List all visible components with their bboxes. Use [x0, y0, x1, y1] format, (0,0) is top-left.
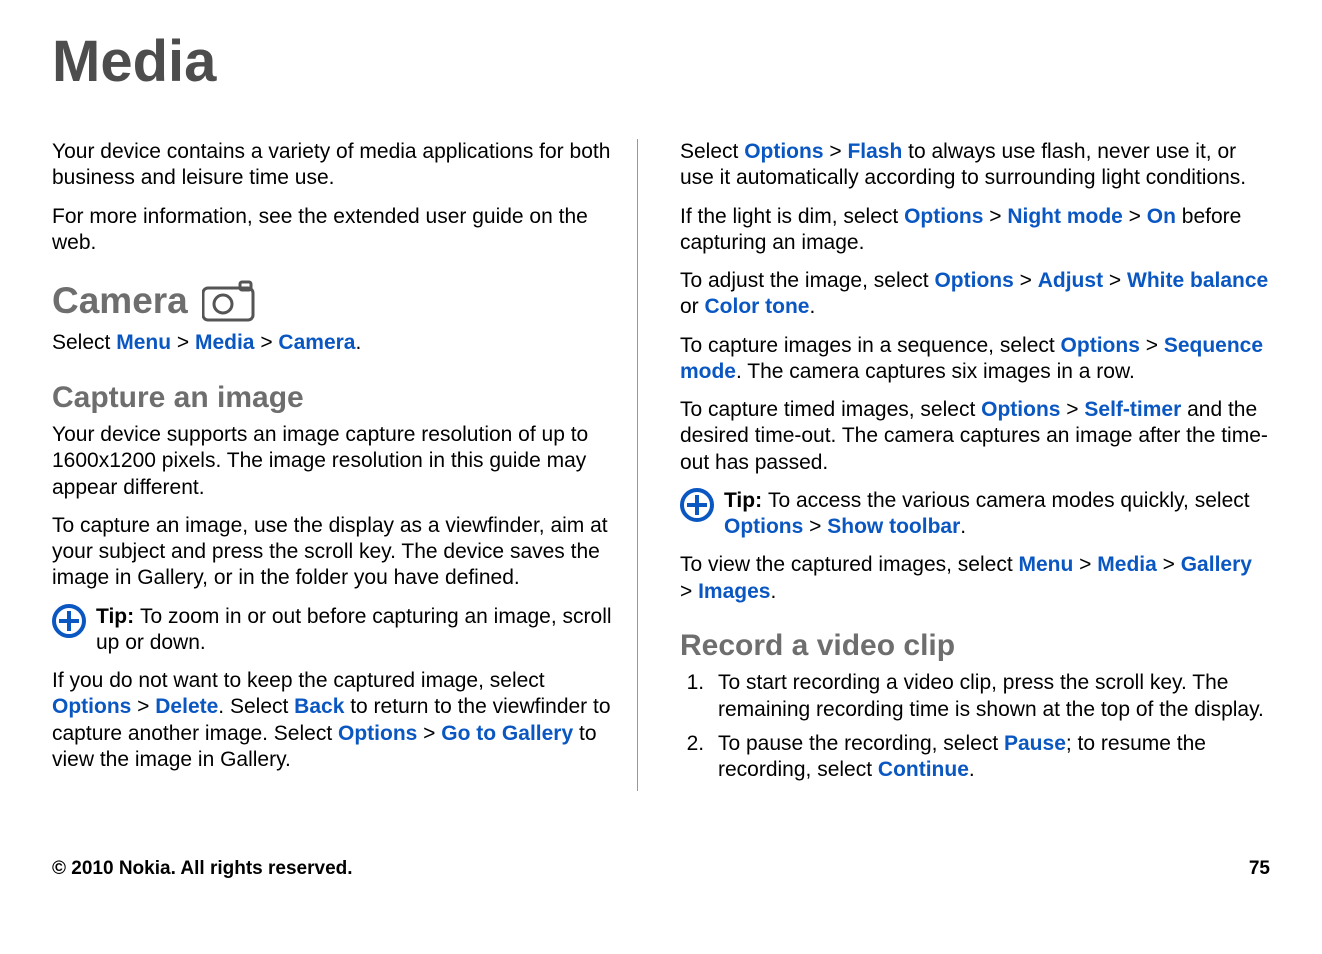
link-options[interactable]: Options: [981, 398, 1060, 421]
record-steps: To start recording a video clip, press t…: [680, 670, 1270, 783]
camera-heading-text: Camera: [52, 278, 188, 324]
text: .: [960, 515, 966, 538]
link-show-toolbar[interactable]: Show toolbar: [827, 515, 960, 538]
separator: >: [1123, 205, 1147, 228]
text: To pause the recording, select: [718, 732, 1004, 755]
link-on[interactable]: On: [1147, 205, 1176, 228]
text: If you do not want to keep the captured …: [52, 669, 545, 692]
separator: >: [1157, 553, 1181, 576]
separator: >: [131, 695, 155, 718]
right-column: Select Options > Flash to always use fla…: [680, 139, 1270, 791]
separator: >: [417, 722, 441, 745]
link-options[interactable]: Options: [744, 140, 823, 163]
separator: >: [803, 515, 827, 538]
link-options[interactable]: Options: [52, 695, 131, 718]
capture-keep: If you do not want to keep the captured …: [52, 668, 613, 773]
separator: >: [824, 140, 848, 163]
separator: >: [254, 331, 278, 354]
separator: >: [1060, 398, 1084, 421]
tip-text: To zoom in or out before capturing an im…: [96, 605, 612, 654]
link-flash[interactable]: Flash: [847, 140, 902, 163]
tip-body: Tip: To zoom in or out before capturing …: [96, 604, 613, 657]
text: To access the various camera modes quick…: [768, 489, 1250, 512]
link-menu[interactable]: Menu: [1019, 553, 1074, 576]
link-self-timer[interactable]: Self-timer: [1084, 398, 1181, 421]
left-column: Your device contains a variety of media …: [52, 139, 638, 791]
flash-paragraph: Select Options > Flash to always use fla…: [680, 139, 1270, 192]
link-continue[interactable]: Continue: [878, 758, 969, 781]
camera-icon: [202, 280, 256, 322]
text: or: [680, 295, 705, 318]
copyright: © 2010 Nokia. All rights reserved.: [52, 858, 353, 880]
separator: >: [680, 580, 698, 603]
text: Select: [680, 140, 744, 163]
link-media[interactable]: Media: [1097, 553, 1157, 576]
intro-paragraph-2: For more information, see the extended u…: [52, 204, 613, 257]
text: To capture images in a sequence, select: [680, 334, 1061, 357]
link-back[interactable]: Back: [294, 695, 344, 718]
plus-icon: [680, 488, 714, 522]
page: Media Your device contains a variety of …: [0, 0, 1322, 954]
timer-paragraph: To capture timed images, select Options …: [680, 397, 1270, 476]
page-title: Media: [52, 28, 1270, 95]
record-heading: Record a video clip: [680, 627, 1270, 665]
plus-icon: [52, 604, 86, 638]
view-paragraph: To view the captured images, select Menu…: [680, 552, 1270, 605]
link-delete[interactable]: Delete: [155, 695, 218, 718]
separator: >: [1140, 334, 1164, 357]
link-pause[interactable]: Pause: [1004, 732, 1066, 755]
link-media[interactable]: Media: [195, 331, 255, 354]
capture-p1: Your device supports an image capture re…: [52, 422, 613, 501]
separator: >: [1103, 269, 1127, 292]
text: .: [969, 758, 975, 781]
text: . The camera captures six images in a ro…: [736, 360, 1135, 383]
tip-body: Tip: To access the various camera modes …: [724, 488, 1270, 541]
tip-zoom: Tip: To zoom in or out before capturing …: [52, 604, 613, 657]
text: . Select: [218, 695, 294, 718]
list-item: To pause the recording, select Pause; to…: [710, 731, 1270, 784]
text: .: [770, 580, 776, 603]
link-adjust[interactable]: Adjust: [1038, 269, 1103, 292]
page-number: 75: [1249, 858, 1270, 880]
text: .: [810, 295, 816, 318]
text: To adjust the image, select: [680, 269, 934, 292]
link-go-to-gallery[interactable]: Go to Gallery: [441, 722, 573, 745]
capture-p2: To capture an image, use the display as …: [52, 513, 613, 592]
intro-paragraph-1: Your device contains a variety of media …: [52, 139, 613, 192]
camera-heading: Camera: [52, 278, 613, 324]
tip-toolbar: Tip: To access the various camera modes …: [680, 488, 1270, 541]
link-options[interactable]: Options: [904, 205, 983, 228]
list-item: To start recording a video clip, press t…: [710, 670, 1270, 723]
page-footer: © 2010 Nokia. All rights reserved. 75: [52, 858, 1270, 880]
sequence-paragraph: To capture images in a sequence, select …: [680, 333, 1270, 386]
link-gallery[interactable]: Gallery: [1181, 553, 1252, 576]
link-options[interactable]: Options: [934, 269, 1013, 292]
link-options[interactable]: Options: [338, 722, 417, 745]
text: Select: [52, 331, 116, 354]
separator: >: [1073, 553, 1097, 576]
separator: >: [983, 205, 1007, 228]
content-columns: Your device contains a variety of media …: [52, 139, 1270, 791]
camera-nav-path: Select Menu > Media > Camera.: [52, 330, 613, 356]
link-menu[interactable]: Menu: [116, 331, 171, 354]
text: To view the captured images, select: [680, 553, 1019, 576]
tip-label: Tip:: [724, 489, 768, 512]
dim-paragraph: If the light is dim, select Options > Ni…: [680, 204, 1270, 257]
link-options[interactable]: Options: [724, 515, 803, 538]
separator: >: [171, 331, 195, 354]
link-color-tone[interactable]: Color tone: [705, 295, 810, 318]
capture-heading: Capture an image: [52, 379, 613, 417]
link-camera[interactable]: Camera: [278, 331, 355, 354]
link-white-balance[interactable]: White balance: [1127, 269, 1268, 292]
link-options[interactable]: Options: [1061, 334, 1140, 357]
link-night-mode[interactable]: Night mode: [1007, 205, 1123, 228]
text: If the light is dim, select: [680, 205, 904, 228]
tip-label: Tip:: [96, 605, 140, 628]
link-images[interactable]: Images: [698, 580, 770, 603]
text: .: [355, 331, 361, 354]
separator: >: [1014, 269, 1038, 292]
adjust-paragraph: To adjust the image, select Options > Ad…: [680, 268, 1270, 321]
text: To capture timed images, select: [680, 398, 981, 421]
